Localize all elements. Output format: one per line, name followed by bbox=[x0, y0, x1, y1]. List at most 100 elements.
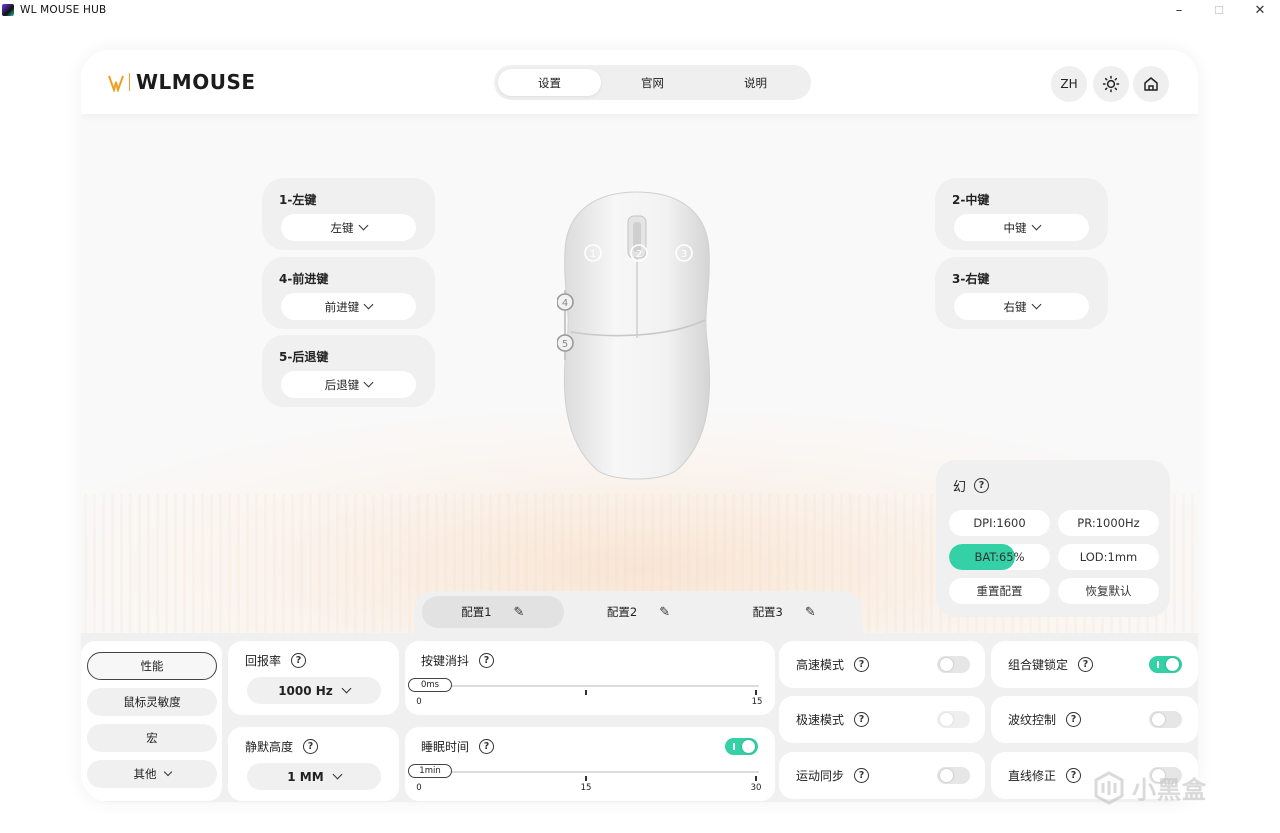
restore-default-label: 恢复默认 bbox=[1085, 584, 1132, 598]
slider-tick bbox=[755, 690, 757, 695]
close-button[interactable]: ✕ bbox=[1238, 0, 1280, 20]
help-icon[interactable]: ? bbox=[479, 739, 495, 754]
high-speed-toggle[interactable] bbox=[937, 656, 970, 673]
toggle-knob bbox=[742, 740, 755, 753]
maximize-button[interactable]: ☐ bbox=[1197, 0, 1241, 20]
chevron-down-icon bbox=[358, 220, 368, 231]
polling-rate-value: 1000 Hz bbox=[278, 683, 333, 698]
theme-button[interactable] bbox=[1093, 66, 1129, 102]
help-icon[interactable]: ? bbox=[1066, 768, 1082, 783]
title-bar: WL MOUSE HUB – ☐ ✕ bbox=[0, 0, 1280, 20]
tab-website[interactable]: 官网 bbox=[601, 69, 704, 96]
sidebar-item-other-label: 其他 bbox=[133, 767, 157, 781]
motion-sync-toggle[interactable] bbox=[937, 767, 970, 784]
button-3-select[interactable]: 右键 bbox=[954, 293, 1089, 320]
button-3-value: 右键 bbox=[1003, 299, 1027, 314]
combo-lock-tile: 组合键锁定 ? bbox=[991, 641, 1198, 688]
debounce-slider-track[interactable] bbox=[411, 685, 759, 687]
slider-tick bbox=[585, 690, 587, 695]
restore-default-button[interactable]: 恢复默认 bbox=[1058, 578, 1159, 604]
lift-off-select[interactable]: 1 MM bbox=[247, 763, 381, 790]
reset-config-label: 重置配置 bbox=[976, 584, 1023, 598]
debounce-label-row: 按键消抖 ? bbox=[421, 652, 495, 669]
lift-off-label: 静默高度 bbox=[245, 740, 294, 754]
help-icon[interactable]: ? bbox=[303, 739, 319, 754]
sleep-time-label: 睡眠时间 bbox=[421, 740, 470, 754]
edit-icon[interactable]: ✎ bbox=[514, 605, 525, 620]
help-icon[interactable]: ? bbox=[854, 712, 870, 727]
debounce-label: 按键消抖 bbox=[421, 654, 470, 668]
home-icon bbox=[1144, 77, 1158, 91]
profile-tab-1[interactable]: 配置1 ✎ bbox=[422, 596, 564, 628]
profile-tab-3[interactable]: 配置3 ✎ bbox=[713, 596, 855, 628]
help-icon[interactable]: ? bbox=[1066, 712, 1082, 727]
edit-icon[interactable]: ✎ bbox=[659, 605, 670, 620]
motion-sync-tile: 运动同步 ? bbox=[779, 752, 985, 799]
button-2-panel: 2-中键 中键 bbox=[935, 178, 1108, 250]
category-sidebar: 性能 鼠标灵敏度 宏 其他 bbox=[81, 641, 222, 801]
debounce-tick-min: 0 bbox=[416, 697, 422, 707]
device-title: 幻 ? bbox=[953, 476, 990, 495]
mouse-image: 1 2 3 4 5 bbox=[557, 191, 711, 480]
button-5-panel: 5-后退键 后退键 bbox=[262, 335, 435, 407]
help-icon[interactable]: ? bbox=[291, 653, 307, 668]
sleep-slider-thumb[interactable]: 1min bbox=[408, 764, 452, 778]
reset-config-button[interactable]: 重置配置 bbox=[949, 578, 1050, 604]
button-5-select[interactable]: 后退键 bbox=[281, 371, 416, 398]
battery-value: BAT:65% bbox=[974, 550, 1025, 564]
help-icon[interactable]: ? bbox=[479, 653, 495, 668]
toggle-on-mark bbox=[733, 743, 735, 750]
marker-4-label: 4 bbox=[562, 298, 568, 309]
help-icon[interactable]: ? bbox=[854, 768, 870, 783]
sidebar-item-other[interactable]: 其他 bbox=[87, 760, 217, 788]
button-1-select[interactable]: 左键 bbox=[281, 214, 416, 241]
button-4-select[interactable]: 前进键 bbox=[281, 293, 416, 320]
dpi-badge: DPI:1600 bbox=[949, 510, 1050, 536]
main-card: WLMOUSE 设置 官网 说明 ZH 1-左键 左键 4-前进键 前进键 5-… bbox=[81, 50, 1198, 802]
high-speed-tile: 高速模式 ? bbox=[779, 641, 985, 688]
ultra-speed-toggle[interactable] bbox=[937, 711, 970, 728]
help-icon[interactable]: ? bbox=[854, 657, 870, 672]
chevron-down-icon bbox=[163, 767, 172, 777]
toggle-knob bbox=[940, 769, 953, 782]
tab-help[interactable]: 说明 bbox=[704, 69, 807, 96]
debounce-slider-thumb[interactable]: 0ms bbox=[408, 678, 452, 692]
profile-1-label: 配置1 bbox=[461, 605, 492, 619]
high-speed-label-row: 高速模式 ? bbox=[796, 656, 870, 673]
profile-tab-2[interactable]: 配置2 ✎ bbox=[568, 596, 710, 628]
edit-icon[interactable]: ✎ bbox=[805, 605, 816, 620]
marker-3-label: 3 bbox=[681, 249, 687, 260]
sidebar-item-sensitivity[interactable]: 鼠标灵敏度 bbox=[87, 688, 217, 716]
polling-rate-select[interactable]: 1000 Hz bbox=[247, 677, 381, 704]
sidebar-item-performance[interactable]: 性能 bbox=[87, 652, 217, 680]
logo-separator bbox=[129, 73, 130, 91]
home-button[interactable] bbox=[1133, 66, 1169, 102]
marker-5-label: 5 bbox=[562, 339, 568, 350]
ripple-toggle[interactable] bbox=[1149, 711, 1182, 728]
language-button[interactable]: ZH bbox=[1051, 66, 1087, 102]
sleep-tick-min: 0 bbox=[416, 783, 422, 793]
sleep-time-toggle[interactable] bbox=[725, 738, 758, 755]
lod-badge: LOD:1mm bbox=[1058, 544, 1159, 570]
profile-2-label: 配置2 bbox=[606, 605, 638, 619]
help-icon[interactable]: ? bbox=[1078, 657, 1094, 672]
profile-tabs: 配置1 ✎ 配置2 ✎ 配置3 ✎ bbox=[414, 591, 863, 633]
combo-lock-toggle[interactable] bbox=[1149, 656, 1182, 673]
logo-text: WLMOUSE bbox=[136, 70, 256, 94]
help-icon[interactable]: ? bbox=[974, 478, 990, 493]
marker-1-label: 1 bbox=[590, 249, 596, 260]
sidebar-item-macro[interactable]: 宏 bbox=[87, 724, 217, 752]
marker-2-label: 2 bbox=[636, 249, 642, 260]
button-1-value: 左键 bbox=[330, 220, 354, 235]
button-2-select[interactable]: 中键 bbox=[954, 214, 1089, 241]
sleep-slider-track[interactable] bbox=[411, 771, 759, 773]
button-4-title: 4-前进键 bbox=[279, 272, 329, 286]
button-5-title: 5-后退键 bbox=[279, 350, 329, 364]
toggle-knob bbox=[940, 658, 953, 671]
button-3-panel: 3-右键 右键 bbox=[935, 257, 1108, 329]
tab-settings[interactable]: 设置 bbox=[498, 69, 601, 96]
minimize-button[interactable]: – bbox=[1157, 0, 1201, 20]
logo-mark-icon bbox=[108, 75, 124, 92]
button-2-title: 2-中键 bbox=[952, 193, 990, 207]
watermark: 小黑盒 bbox=[1092, 770, 1207, 805]
